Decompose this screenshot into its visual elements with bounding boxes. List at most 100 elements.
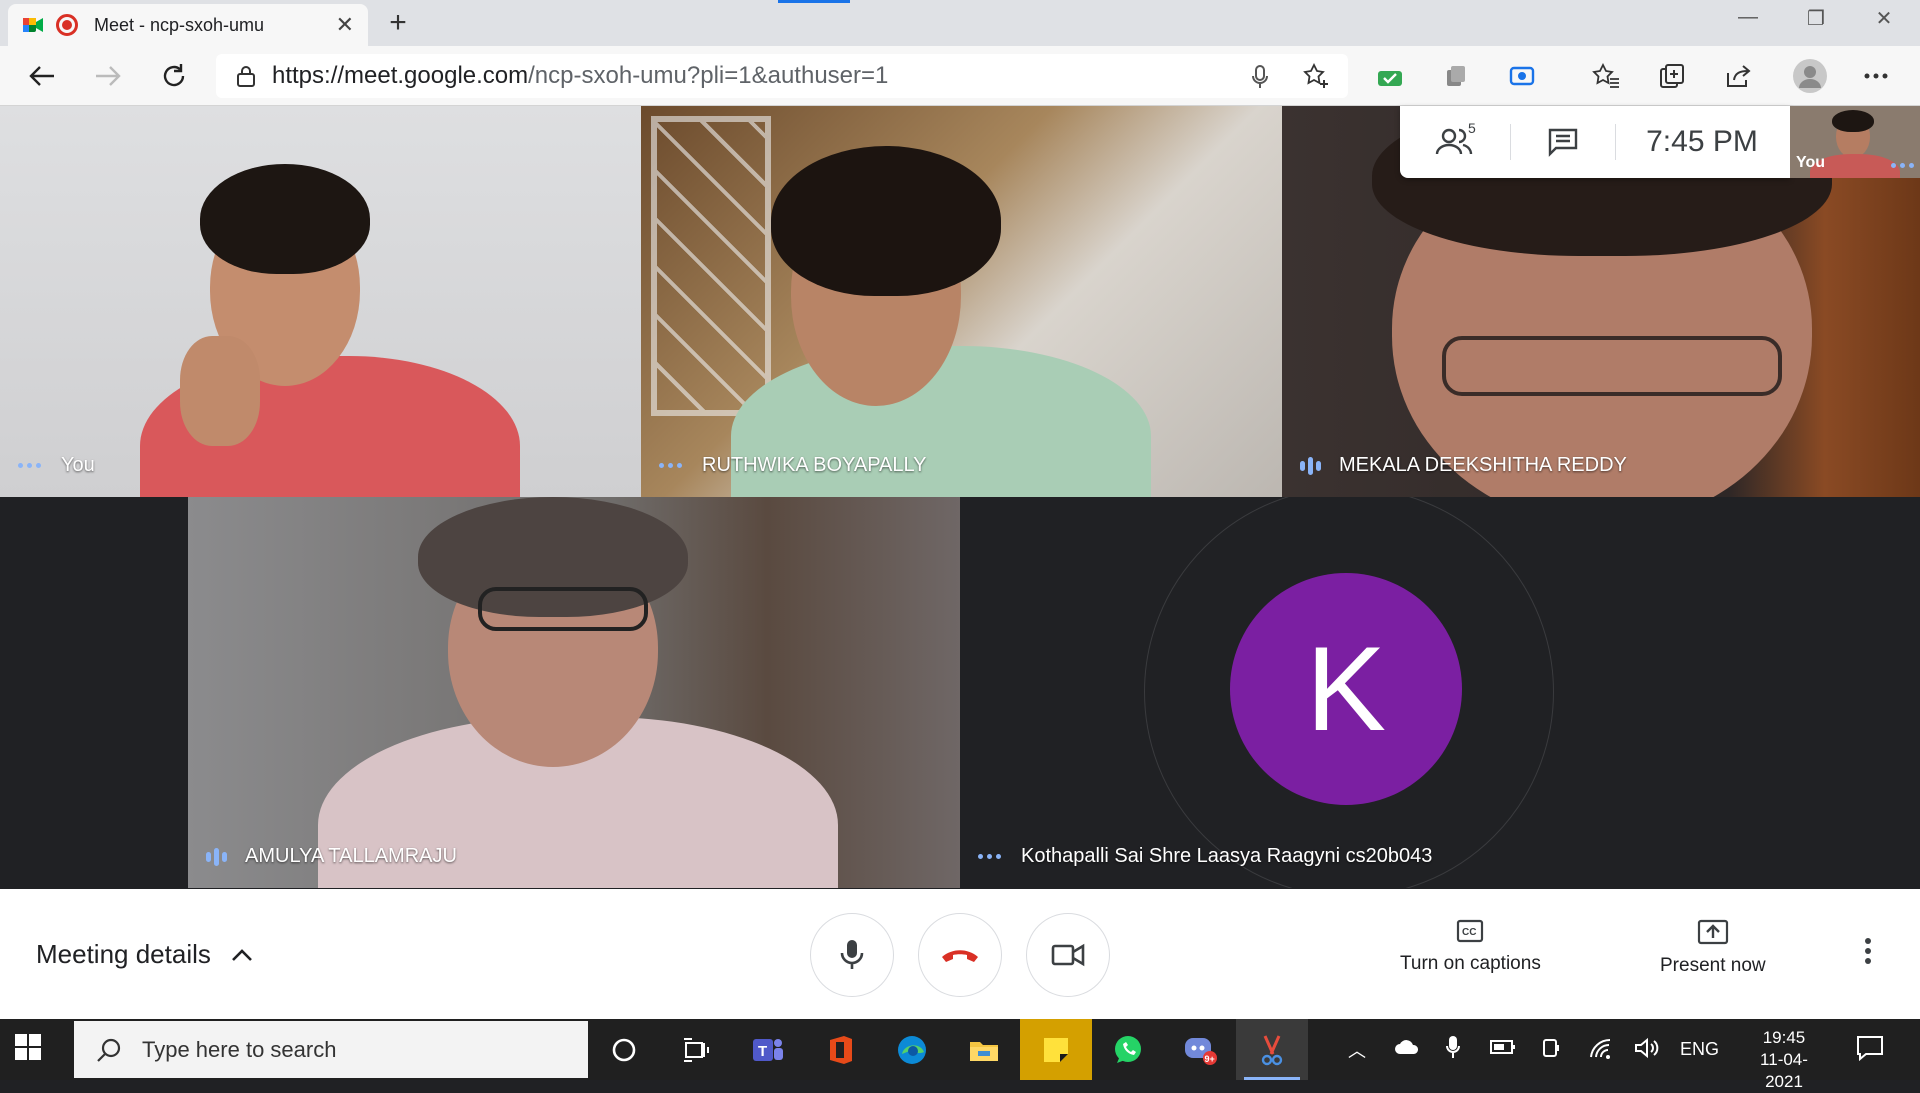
participant-hair xyxy=(771,146,1001,296)
wifi-icon[interactable] xyxy=(1588,1037,1612,1064)
task-view-icon[interactable] xyxy=(660,1019,732,1080)
camera-button[interactable] xyxy=(1026,913,1110,997)
chat-icon xyxy=(1548,128,1578,157)
present-now-button[interactable]: Present now xyxy=(1660,919,1766,977)
participant-name: RUTHWIKA BOYAPALLY xyxy=(659,454,927,477)
tab-strip: Meet - ncp-sxoh-umu ✕ + — ❐ ✕ xyxy=(0,0,1920,46)
lock-icon[interactable] xyxy=(236,64,256,88)
hang-up-button[interactable] xyxy=(918,913,1002,997)
notifications-icon[interactable] xyxy=(1856,1035,1884,1066)
discord-icon[interactable]: 9+ xyxy=(1164,1019,1236,1080)
meeting-info-panel: 5 7:45 PM xyxy=(1400,106,1790,178)
meeting-details-button[interactable]: Meeting details xyxy=(36,939,253,970)
url-field[interactable]: https://meet.google.com/ncp-sxoh-umu?pli… xyxy=(216,54,1348,98)
microphone-icon xyxy=(840,940,864,969)
url-path: /ncp-sxoh-umu?pli=1&authuser=1 xyxy=(528,62,889,89)
more-menu-icon[interactable] xyxy=(1860,60,1892,92)
video-tile-amulya[interactable]: AMULYA TALLAMRAJU xyxy=(188,497,960,888)
edge-icon[interactable] xyxy=(876,1019,948,1080)
whatsapp-icon[interactable] xyxy=(1092,1019,1164,1080)
extension-copy-icon[interactable] xyxy=(1440,60,1472,92)
screen-record-icon[interactable] xyxy=(1506,60,1538,92)
window-grill xyxy=(651,116,771,416)
minimize-icon[interactable]: — xyxy=(1728,6,1768,29)
participant-glasses xyxy=(478,587,648,631)
participant-name-label: Kothapalli Sai Shre Laasya Raagyni cs20b… xyxy=(1021,845,1433,867)
refresh-button[interactable] xyxy=(156,58,192,94)
speaking-dots-icon xyxy=(1891,163,1914,168)
chat-button[interactable] xyxy=(1511,106,1615,178)
participant-name-label: MEKALA DEEKSHITHA REDDY xyxy=(1339,454,1627,476)
captions-label: Turn on captions xyxy=(1400,953,1541,974)
participants-button[interactable]: 5 xyxy=(1400,106,1510,178)
close-window-icon[interactable]: ✕ xyxy=(1864,6,1904,31)
clock: 7:45 PM xyxy=(1616,106,1788,178)
meeting-stage: You RUTHWIKA BOYAPALLY MEKALA DEEKSHITHA… xyxy=(0,106,1920,889)
meeting-details-label: Meeting details xyxy=(36,939,211,969)
participant-hair xyxy=(1832,110,1874,132)
microphone-icon[interactable] xyxy=(1250,64,1270,95)
language-indicator[interactable]: ENG xyxy=(1680,1039,1719,1060)
microphone-button[interactable] xyxy=(810,913,894,997)
favorites-icon[interactable] xyxy=(1590,60,1622,92)
video-tile-self[interactable]: You xyxy=(0,106,641,497)
google-meet-icon xyxy=(22,15,44,35)
tray-overflow-icon[interactable]: ︿ xyxy=(1348,1037,1366,1063)
chevron-up-icon xyxy=(231,948,252,961)
closed-captions-icon: CC xyxy=(1457,919,1484,943)
participant-count: 5 xyxy=(1468,120,1476,136)
search-icon xyxy=(97,1038,121,1062)
volume-icon[interactable] xyxy=(1634,1037,1660,1064)
loading-indicator xyxy=(778,0,850,3)
participant-hand xyxy=(180,336,260,446)
onedrive-icon[interactable] xyxy=(1394,1039,1420,1060)
cortana-icon[interactable] xyxy=(588,1019,660,1080)
tab-title: Meet - ncp-sxoh-umu xyxy=(94,14,265,35)
video-tile-kothapalli[interactable]: K Kothapalli Sai Shre Laasya Raagyni cs2… xyxy=(960,497,1733,888)
participant-name: MEKALA DEEKSHITHA REDDY xyxy=(1300,454,1627,477)
video-tile-ruthwika[interactable]: RUTHWIKA BOYAPALLY xyxy=(641,106,1282,497)
restore-icon[interactable]: ❐ xyxy=(1796,6,1836,31)
new-tab-button[interactable]: + xyxy=(382,6,414,40)
add-favorite-icon[interactable] xyxy=(1302,62,1330,95)
office-icon[interactable] xyxy=(804,1019,876,1080)
audio-level-icon xyxy=(206,847,227,866)
present-screen-icon xyxy=(1697,919,1728,945)
notification-badge: 9+ xyxy=(1205,1054,1215,1064)
participant-name: AMULYA TALLAMRAJU xyxy=(206,845,457,868)
profile-avatar[interactable] xyxy=(1790,56,1830,96)
taskbar-search-box[interactable]: Type here to search xyxy=(74,1021,588,1078)
teams-icon[interactable]: T xyxy=(732,1019,804,1080)
share-icon[interactable] xyxy=(1722,60,1754,92)
taskbar-clock[interactable]: 19:45 11-04-2021 xyxy=(1744,1027,1824,1093)
present-now-label: Present now xyxy=(1660,955,1766,976)
participant-name-label: RUTHWIKA BOYAPALLY xyxy=(702,454,927,476)
participant-name: You xyxy=(18,454,95,477)
url-host: https://meet.google.com xyxy=(272,62,529,89)
battery-icon[interactable] xyxy=(1490,1039,1516,1060)
device-icon[interactable] xyxy=(1540,1037,1562,1064)
forward-button[interactable] xyxy=(90,58,126,94)
back-button[interactable] xyxy=(24,58,60,94)
self-preview-label: You xyxy=(1796,154,1826,171)
file-explorer-icon[interactable] xyxy=(948,1019,1020,1080)
captions-button[interactable]: CC Turn on captions xyxy=(1400,919,1541,975)
snipping-tool-icon[interactable] xyxy=(1236,1019,1308,1080)
collections-icon[interactable] xyxy=(1656,60,1688,92)
speaking-dots-icon xyxy=(978,854,1001,859)
browser-tab[interactable]: Meet - ncp-sxoh-umu ✕ xyxy=(8,4,368,46)
taskbar-time: 19:45 xyxy=(1762,1028,1806,1047)
sticky-notes-icon[interactable] xyxy=(1020,1019,1092,1080)
recording-icon xyxy=(56,14,78,36)
svg-text:CC: CC xyxy=(1462,927,1476,938)
participant-name-label: You xyxy=(61,454,95,476)
speaking-dots-icon xyxy=(18,463,41,468)
taskbar-date: 11-04-2021 xyxy=(1760,1050,1808,1091)
end-call-icon xyxy=(942,950,978,962)
self-preview[interactable]: You xyxy=(1790,106,1920,178)
close-tab-icon[interactable]: ✕ xyxy=(336,12,354,38)
microphone-tray-icon[interactable] xyxy=(1446,1035,1460,1064)
windows-start-icon[interactable] xyxy=(14,1033,46,1065)
more-options-icon[interactable] xyxy=(1864,937,1872,970)
extension-check-icon[interactable] xyxy=(1374,60,1406,92)
